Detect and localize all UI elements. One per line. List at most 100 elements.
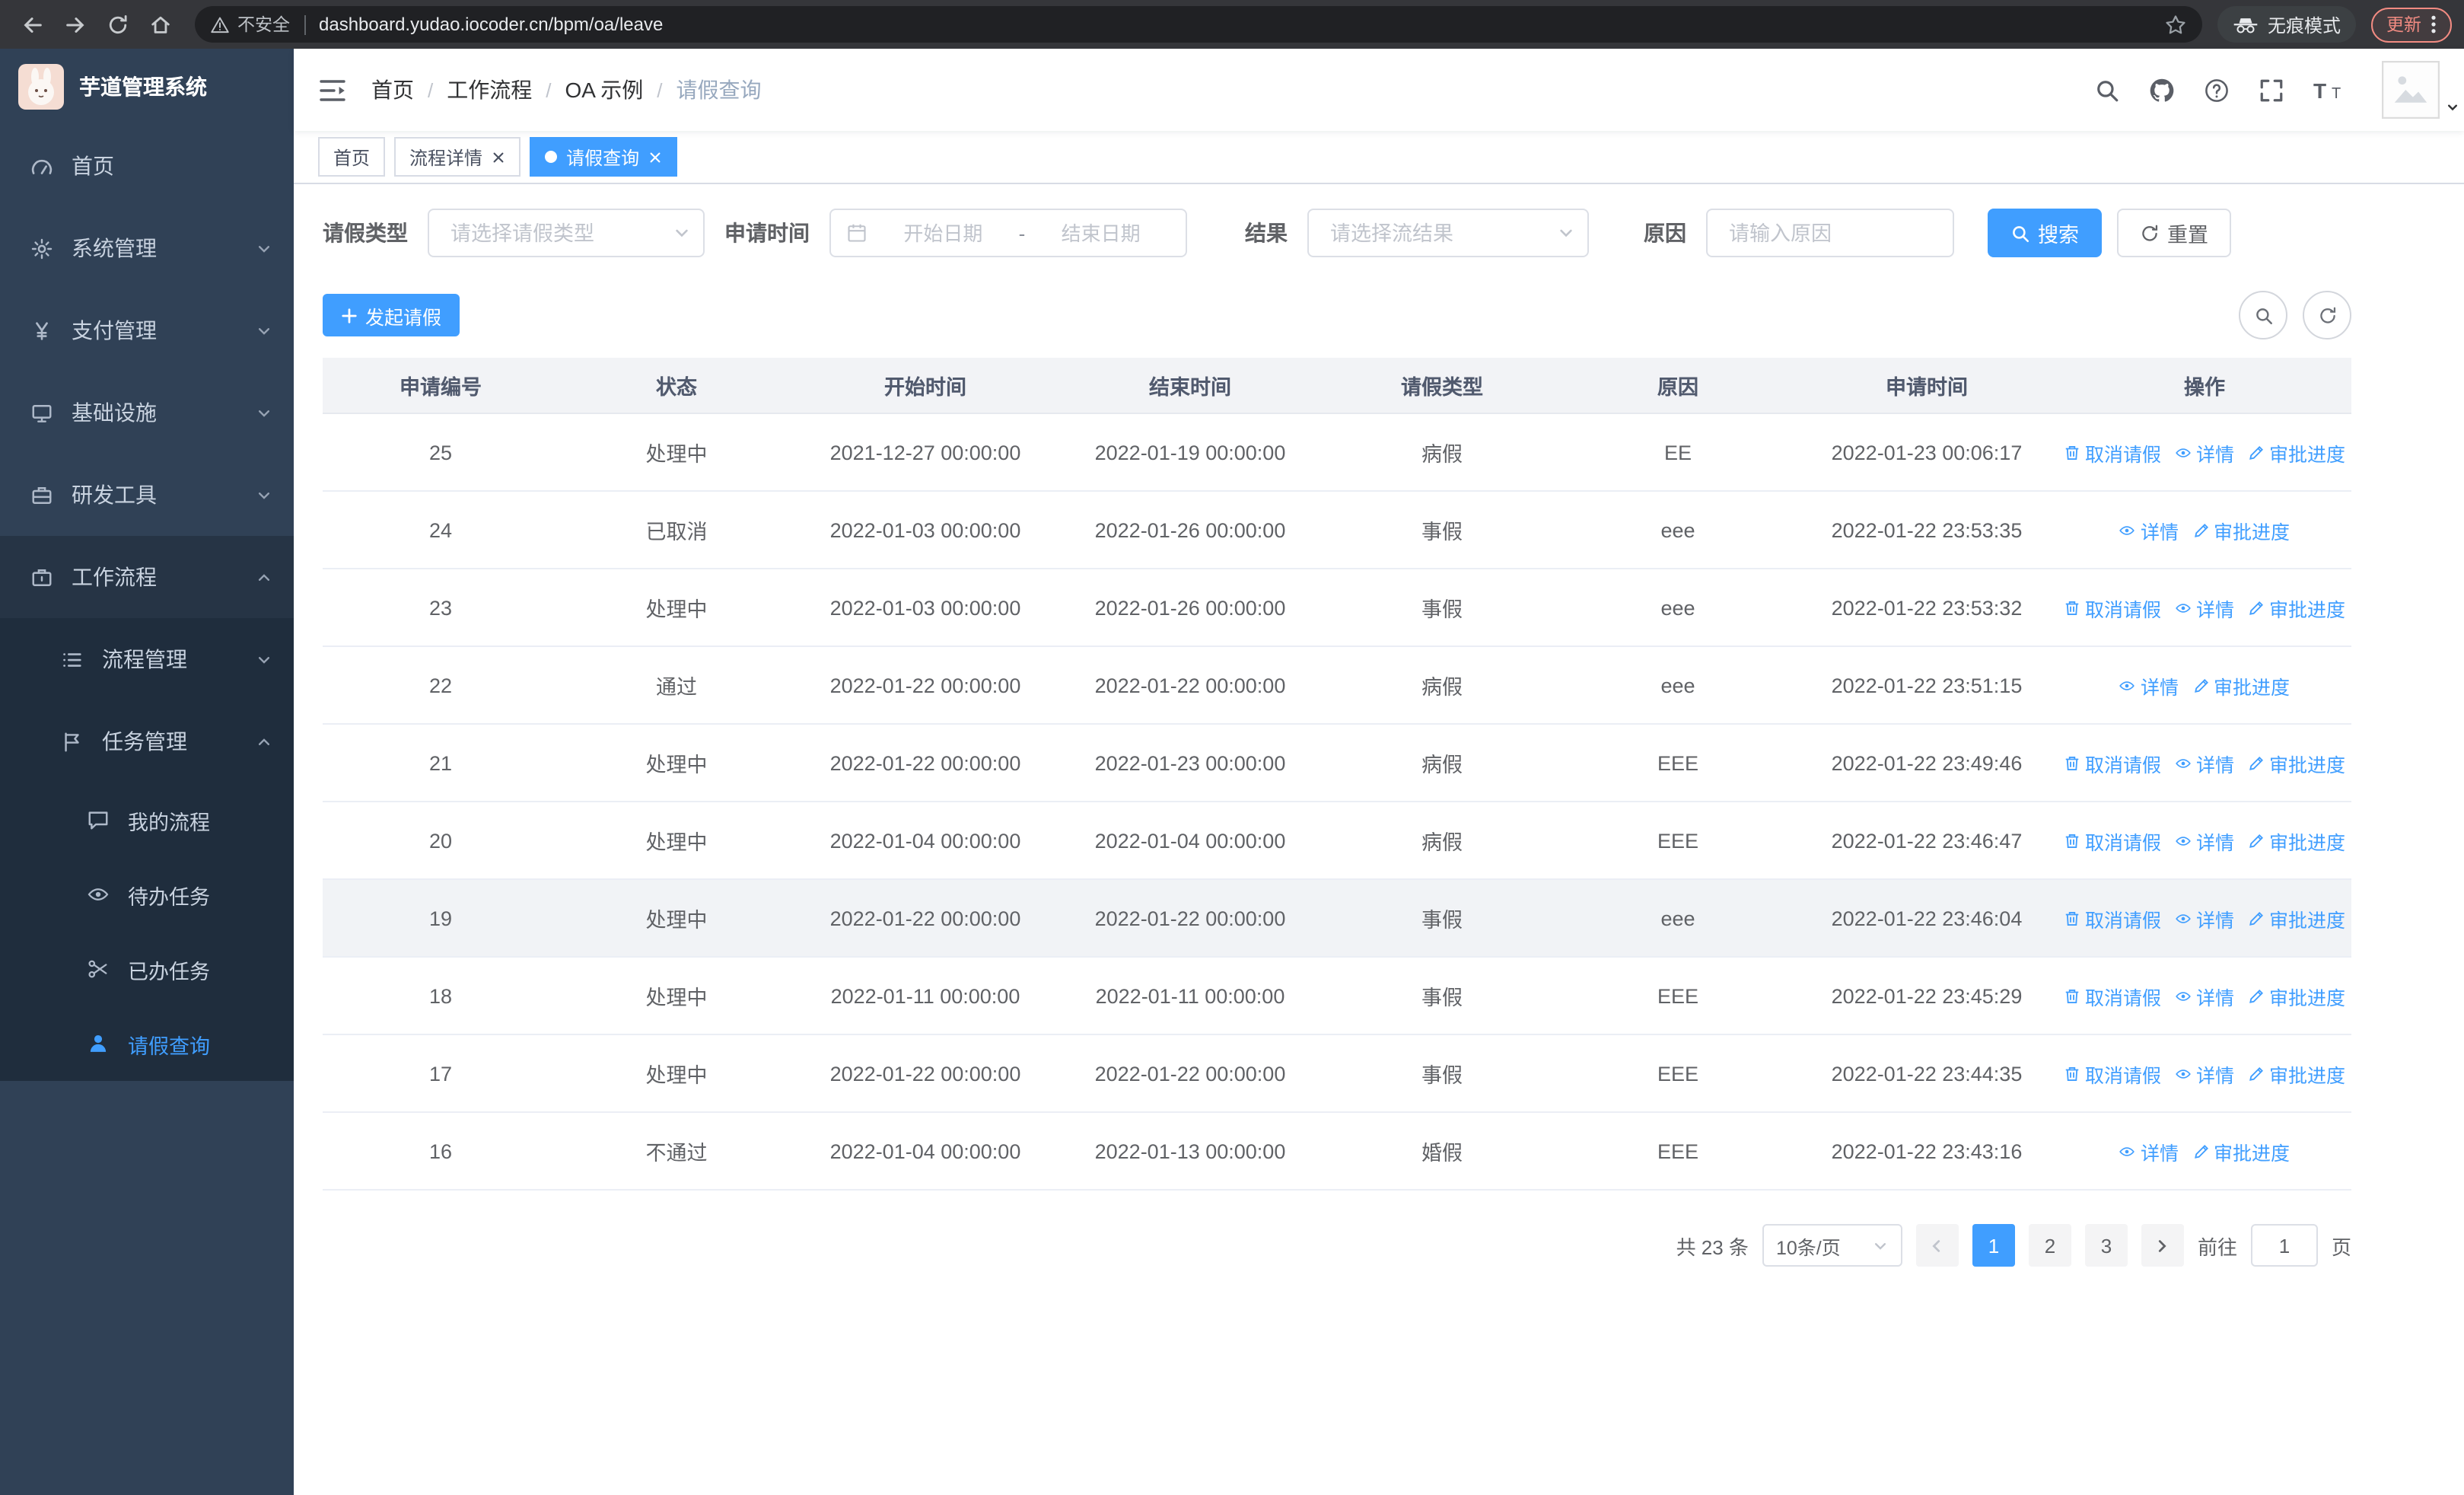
cancel-link[interactable]: 取消请假	[2064, 593, 2161, 622]
page-button-1[interactable]: 1	[1972, 1224, 2015, 1267]
breadcrumb-item[interactable]: 首页	[371, 75, 414, 105]
sidebar-item-done-task[interactable]: 已办任务	[0, 932, 294, 1006]
breadcrumb-item[interactable]: OA 示例	[565, 75, 644, 105]
close-icon[interactable]	[492, 150, 505, 164]
progress-link[interactable]: 审批进度	[2248, 904, 2345, 932]
sidebar-item-label: 工作流程	[72, 565, 157, 589]
briefcase-icon	[30, 566, 53, 588]
app-logo[interactable]: 芋道管理系统	[0, 49, 294, 125]
detail-link[interactable]: 详情	[2175, 438, 2234, 467]
leave-type-select[interactable]	[428, 209, 705, 257]
refresh-icon	[2317, 305, 2337, 325]
breadcrumb-item[interactable]: 工作流程	[447, 75, 532, 105]
result-select[interactable]	[1307, 209, 1589, 257]
progress-link[interactable]: 审批进度	[2248, 826, 2345, 855]
sidebar-item-home[interactable]: 首页	[0, 125, 294, 207]
hamburger-icon[interactable]	[318, 77, 347, 103]
progress-link[interactable]: 审批进度	[2248, 1059, 2345, 1088]
refresh-table-button[interactable]	[2303, 291, 2351, 339]
sidebar-item-leave-query[interactable]: 请假查询	[0, 1006, 294, 1081]
detail-link[interactable]: 详情	[2175, 826, 2234, 855]
tab-home[interactable]: 首页	[318, 137, 386, 177]
progress-link[interactable]: 审批进度	[2192, 515, 2290, 544]
github-icon[interactable]	[2149, 77, 2175, 103]
table-row[interactable]: 19 处理中 2022-01-22 00:00:00 2022-01-22 00:00…	[323, 879, 2351, 958]
detail-link[interactable]: 详情	[2119, 1136, 2179, 1165]
trash-icon	[2064, 832, 2080, 849]
progress-link[interactable]: 审批进度	[2248, 593, 2345, 622]
table-row[interactable]: 16 不通过 2022-01-04 00:00:00 2022-01-13 00:00…	[323, 1112, 2351, 1191]
end-date-input[interactable]	[1031, 220, 1170, 246]
chevron-down-icon	[256, 404, 272, 421]
table-row[interactable]: 23 处理中 2022-01-03 00:00:00 2022-01-26 00:00…	[323, 569, 2351, 647]
create-leave-button[interactable]: 发起请假	[323, 294, 460, 336]
browser-menu-icon[interactable]	[2431, 14, 2437, 35]
back-icon[interactable]	[12, 5, 52, 44]
reason-input[interactable]	[1726, 220, 1934, 246]
sidebar-item-workflow[interactable]: 工作流程	[0, 536, 294, 618]
table-row[interactable]: 25 处理中 2021-12-27 00:00:00 2022-01-19 00:00…	[323, 413, 2351, 492]
cancel-link[interactable]: 取消请假	[2064, 826, 2161, 855]
progress-link[interactable]: 审批进度	[2192, 671, 2290, 700]
sidebar-item-process-mgmt[interactable]: 流程管理	[0, 618, 294, 700]
cancel-link[interactable]: 取消请假	[2064, 981, 2161, 1010]
page-button-2[interactable]: 2	[2028, 1224, 2071, 1267]
forward-icon[interactable]	[55, 5, 94, 44]
table-row[interactable]: 18 处理中 2022-01-11 00:00:00 2022-01-11 00:00…	[323, 957, 2351, 1035]
prev-page-button[interactable]	[1915, 1224, 1959, 1267]
sidebar-item-system-mgmt[interactable]: 系统管理	[0, 207, 294, 289]
page-button-3[interactable]: 3	[2084, 1224, 2128, 1267]
toggle-search-button[interactable]	[2239, 291, 2287, 339]
url-bar[interactable]: 不安全 dashboard.yudao.iocoder.cn/bpm/oa/le…	[195, 6, 2202, 43]
detail-link[interactable]: 详情	[2175, 1059, 2234, 1088]
detail-link[interactable]: 详情	[2119, 671, 2179, 700]
search-icon[interactable]	[2094, 77, 2120, 103]
detail-link[interactable]: 详情	[2175, 981, 2234, 1010]
table-row[interactable]: 22 通过 2022-01-22 00:00:00 2022-01-22 00:00:…	[323, 646, 2351, 725]
cancel-link[interactable]: 取消请假	[2064, 438, 2161, 467]
sidebar-item-infrastructure[interactable]: 基础设施	[0, 371, 294, 454]
close-icon[interactable]	[648, 150, 662, 164]
progress-link[interactable]: 审批进度	[2248, 438, 2345, 467]
cancel-link[interactable]: 取消请假	[2064, 1059, 2161, 1088]
bookmark-star-icon[interactable]	[2164, 13, 2187, 36]
apply-time-range[interactable]: -	[829, 209, 1187, 257]
table-row[interactable]: 24 已取消 2022-01-03 00:00:00 2022-01-26 00:00…	[323, 491, 2351, 569]
table-row[interactable]: 17 处理中 2022-01-22 00:00:00 2022-01-22 00:00…	[323, 1034, 2351, 1113]
table-row[interactable]: 20 处理中 2022-01-04 00:00:00 2022-01-04 00:00…	[323, 802, 2351, 880]
detail-link[interactable]: 详情	[2175, 593, 2234, 622]
sidebar-item-todo-task[interactable]: 待办任务	[0, 857, 294, 932]
table-row[interactable]: 21 处理中 2022-01-22 00:00:00 2022-01-23 00:00…	[323, 724, 2351, 802]
start-date-input[interactable]	[874, 220, 1013, 246]
detail-link[interactable]: 详情	[2175, 904, 2234, 932]
update-button[interactable]: 更新	[2371, 7, 2452, 42]
tab-leave-query[interactable]: 请假查询	[530, 137, 678, 177]
detail-link[interactable]: 详情	[2119, 515, 2179, 544]
page-size-select[interactable]: 10条/页	[1762, 1224, 1902, 1267]
progress-link[interactable]: 审批进度	[2248, 981, 2345, 1010]
sidebar-item-my-process[interactable]: 我的流程	[0, 783, 294, 857]
reset-button[interactable]: 重置	[2117, 209, 2231, 257]
search-button[interactable]: 搜索	[1988, 209, 2102, 257]
security-chip[interactable]: 不安全	[210, 12, 290, 37]
leave-type-value[interactable]	[447, 220, 664, 246]
reload-icon[interactable]	[97, 5, 137, 44]
help-icon[interactable]	[2204, 77, 2230, 103]
cancel-link[interactable]: 取消请假	[2064, 904, 2161, 932]
home-icon[interactable]	[140, 5, 180, 44]
tab-process-detail[interactable]: 流程详情	[394, 137, 521, 177]
progress-link[interactable]: 审批进度	[2192, 1136, 2290, 1165]
next-page-button[interactable]	[2141, 1224, 2184, 1267]
sidebar-item-task-mgmt[interactable]: 任务管理	[0, 700, 294, 783]
user-avatar[interactable]	[2382, 61, 2457, 119]
result-value[interactable]	[1327, 220, 1548, 246]
progress-link[interactable]: 审批进度	[2248, 748, 2345, 777]
goto-page-input[interactable]	[2250, 1224, 2318, 1267]
font-size-icon[interactable]: TT	[2313, 77, 2347, 103]
sidebar-item-payment-mgmt[interactable]: 支付管理	[0, 289, 294, 371]
cancel-link[interactable]: 取消请假	[2064, 748, 2161, 777]
reason-field[interactable]	[1706, 209, 1954, 257]
fullscreen-icon[interactable]	[2259, 77, 2284, 103]
detail-link[interactable]: 详情	[2175, 748, 2234, 777]
sidebar-item-dev-tools[interactable]: 研发工具	[0, 454, 294, 536]
